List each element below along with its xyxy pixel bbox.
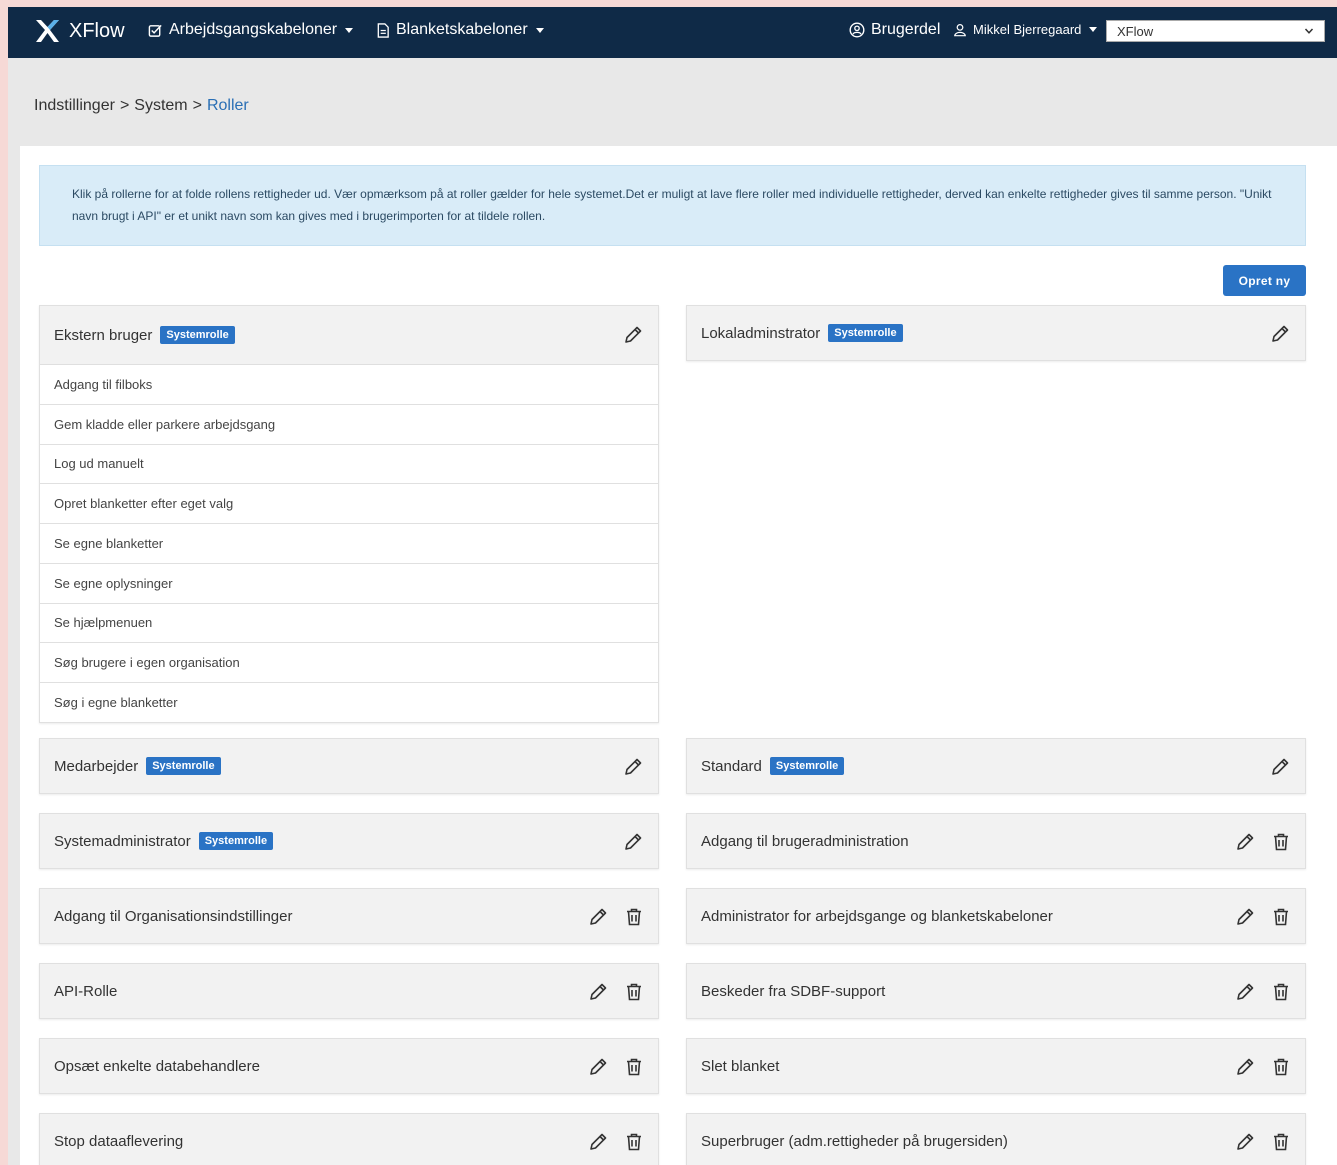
permission-item: Log ud manuelt xyxy=(40,445,658,485)
role-card-ekstern-bruger[interactable]: Ekstern bruger Systemrolle xyxy=(39,305,659,365)
role-title: Systemadministrator xyxy=(54,832,191,850)
permission-list: Adgang til filboks Gem kladde eller park… xyxy=(39,365,659,723)
breadcrumb-separator: > xyxy=(119,97,130,114)
pencil-icon[interactable] xyxy=(1234,1131,1256,1153)
user-name: Mikkel Bjerregaard xyxy=(973,22,1082,37)
role-card-systemadministrator[interactable]: Systemadministrator Systemrolle xyxy=(39,813,659,869)
role-card-api-rolle[interactable]: API-Rolle xyxy=(39,963,659,1019)
role-card-medarbejder[interactable]: Medarbejder Systemrolle xyxy=(39,738,659,794)
pencil-icon[interactable] xyxy=(622,756,644,778)
pencil-icon[interactable] xyxy=(1269,323,1291,345)
trash-icon[interactable] xyxy=(1270,831,1292,853)
system-role-badge: Systemrolle xyxy=(769,757,845,775)
trash-icon[interactable] xyxy=(1270,1056,1292,1078)
role-card-adgang-organisationsindstillinger[interactable]: Adgang til Organisationsindstillinger xyxy=(39,888,659,944)
role-card-lokaladminstrator[interactable]: Lokaladminstrator Systemrolle xyxy=(686,305,1306,361)
role-title: Stop dataaflevering xyxy=(54,1132,184,1150)
trash-icon[interactable] xyxy=(623,1056,645,1078)
user-circle-icon xyxy=(849,22,865,38)
role-title: API-Rolle xyxy=(54,982,118,1000)
menu-workflow-templates[interactable]: Arbejdsgangskabeloner xyxy=(148,21,354,39)
organization-select[interactable]: XFlow xyxy=(1106,20,1325,42)
role-card-databehandlere[interactable]: Opsæt enkelte databehandlere xyxy=(39,1038,659,1094)
role-card-standard[interactable]: Standard Systemrolle xyxy=(686,738,1306,794)
trash-icon[interactable] xyxy=(623,981,645,1003)
role-title: Slet blanket xyxy=(701,1057,780,1075)
user-part-link[interactable]: Brugerdel xyxy=(849,21,940,39)
permission-item: Se hjælpmenuen xyxy=(40,604,658,644)
pencil-icon[interactable] xyxy=(622,831,644,853)
pencil-icon[interactable] xyxy=(1269,756,1291,778)
breadcrumb-separator: > xyxy=(192,97,202,114)
role-title: Adgang til brugeradministration xyxy=(701,832,909,850)
role-title: Superbruger (adm.rettigheder på brugersi… xyxy=(701,1132,1008,1150)
pencil-icon[interactable] xyxy=(587,981,609,1003)
trash-icon[interactable] xyxy=(1270,1131,1292,1153)
pencil-icon[interactable] xyxy=(1234,981,1256,1003)
brand-name: XFlow xyxy=(69,19,125,42)
menu-forms-label: Blanketskabeloner xyxy=(396,21,528,38)
trash-icon[interactable] xyxy=(1270,906,1292,928)
pencil-icon[interactable] xyxy=(1234,906,1256,928)
role-title: Lokaladminstrator xyxy=(701,324,821,342)
trash-icon[interactable] xyxy=(623,906,645,928)
role-title: Standard xyxy=(701,757,762,775)
system-role-badge: Systemrolle xyxy=(160,326,235,344)
breadcrumb-settings[interactable]: Indstillinger xyxy=(34,97,115,114)
pencil-icon[interactable] xyxy=(587,906,609,928)
role-title: Adgang til Organisationsindstillinger xyxy=(54,907,293,925)
role-title: Medarbejder xyxy=(54,757,139,775)
pencil-icon[interactable] xyxy=(1234,831,1256,853)
app-frame: XFlow Arbejdsgangskabeloner Blanketskabe… xyxy=(8,7,1337,1165)
document-icon xyxy=(377,22,389,38)
chevron-down-icon xyxy=(1089,27,1098,32)
pencil-icon[interactable] xyxy=(587,1131,609,1153)
role-card-superbruger[interactable]: Superbruger (adm.rettigheder på brugersi… xyxy=(686,1113,1306,1165)
role-card-stop-dataaflevering[interactable]: Stop dataaflevering xyxy=(39,1113,659,1165)
chevron-down-icon xyxy=(345,27,354,33)
top-navbar: XFlow Arbejdsgangskabeloner Blanketskabe… xyxy=(8,7,1337,58)
xflow-logo-icon xyxy=(36,20,59,42)
role-card-slet-blanket[interactable]: Slet blanket xyxy=(686,1038,1306,1094)
system-role-badge: Systemrolle xyxy=(828,324,903,342)
role-card-adgang-brugeradministration[interactable]: Adgang til brugeradministration xyxy=(686,813,1306,869)
create-new-button[interactable]: Opret ny xyxy=(1223,265,1306,296)
brand[interactable]: XFlow xyxy=(33,17,125,45)
chevron-down-icon xyxy=(535,27,544,33)
pencil-icon[interactable] xyxy=(587,1056,609,1078)
permission-item: Gem kladde eller parkere arbejdsgang xyxy=(40,405,658,445)
system-role-badge: Systemrolle xyxy=(146,757,221,775)
chevron-down-icon xyxy=(1304,28,1314,34)
role-title: Ekstern bruger xyxy=(54,326,153,344)
permission-item: Søg i egne blanketter xyxy=(54,695,178,711)
role-card-administrator-arbejdsgange[interactable]: Administrator for arbejdsgange og blanke… xyxy=(686,888,1306,944)
pencil-icon[interactable] xyxy=(622,324,644,346)
menu-form-templates[interactable]: Blanketskabeloner xyxy=(376,21,544,39)
system-role-badge: Systemrolle xyxy=(198,832,274,850)
trash-icon[interactable] xyxy=(623,1131,645,1153)
permission-item: Adgang til filboks xyxy=(40,365,658,405)
roles-panel: Klik på rollerne for at folde rollens re… xyxy=(20,146,1337,1165)
breadcrumb: Indstillinger > System > Roller xyxy=(34,97,249,115)
role-title: Opsæt enkelte databehandlere xyxy=(54,1057,260,1075)
role-title: Beskeder fra SDBF-support xyxy=(701,982,886,1000)
user-icon xyxy=(954,23,966,36)
pencil-icon[interactable] xyxy=(1234,1056,1256,1078)
role-title: Administrator for arbejdsgange og blanke… xyxy=(701,907,1053,925)
breadcrumb-system[interactable]: System xyxy=(134,97,187,114)
permission-item: Se egne oplysninger xyxy=(40,564,658,604)
permission-item: Opret blanketter efter eget valg xyxy=(40,484,658,524)
menu-workflow-label: Arbejdsgangskabeloner xyxy=(169,21,338,38)
breadcrumb-roles: Roller xyxy=(206,97,249,114)
trash-icon[interactable] xyxy=(1270,981,1292,1003)
checkbox-edit-icon xyxy=(148,24,162,37)
permission-item: Søg brugere i egen organisation xyxy=(40,643,658,683)
user-menu[interactable]: Mikkel Bjerregaard xyxy=(953,22,1098,37)
permission-item: Se egne blanketter xyxy=(40,524,658,564)
organization-select-value: XFlow xyxy=(1117,23,1154,39)
user-part-label: Brugerdel xyxy=(871,21,941,38)
info-alert: Klik på rollerne for at folde rollens re… xyxy=(39,165,1306,246)
role-card-beskeder-sdbf[interactable]: Beskeder fra SDBF-support xyxy=(686,963,1306,1019)
